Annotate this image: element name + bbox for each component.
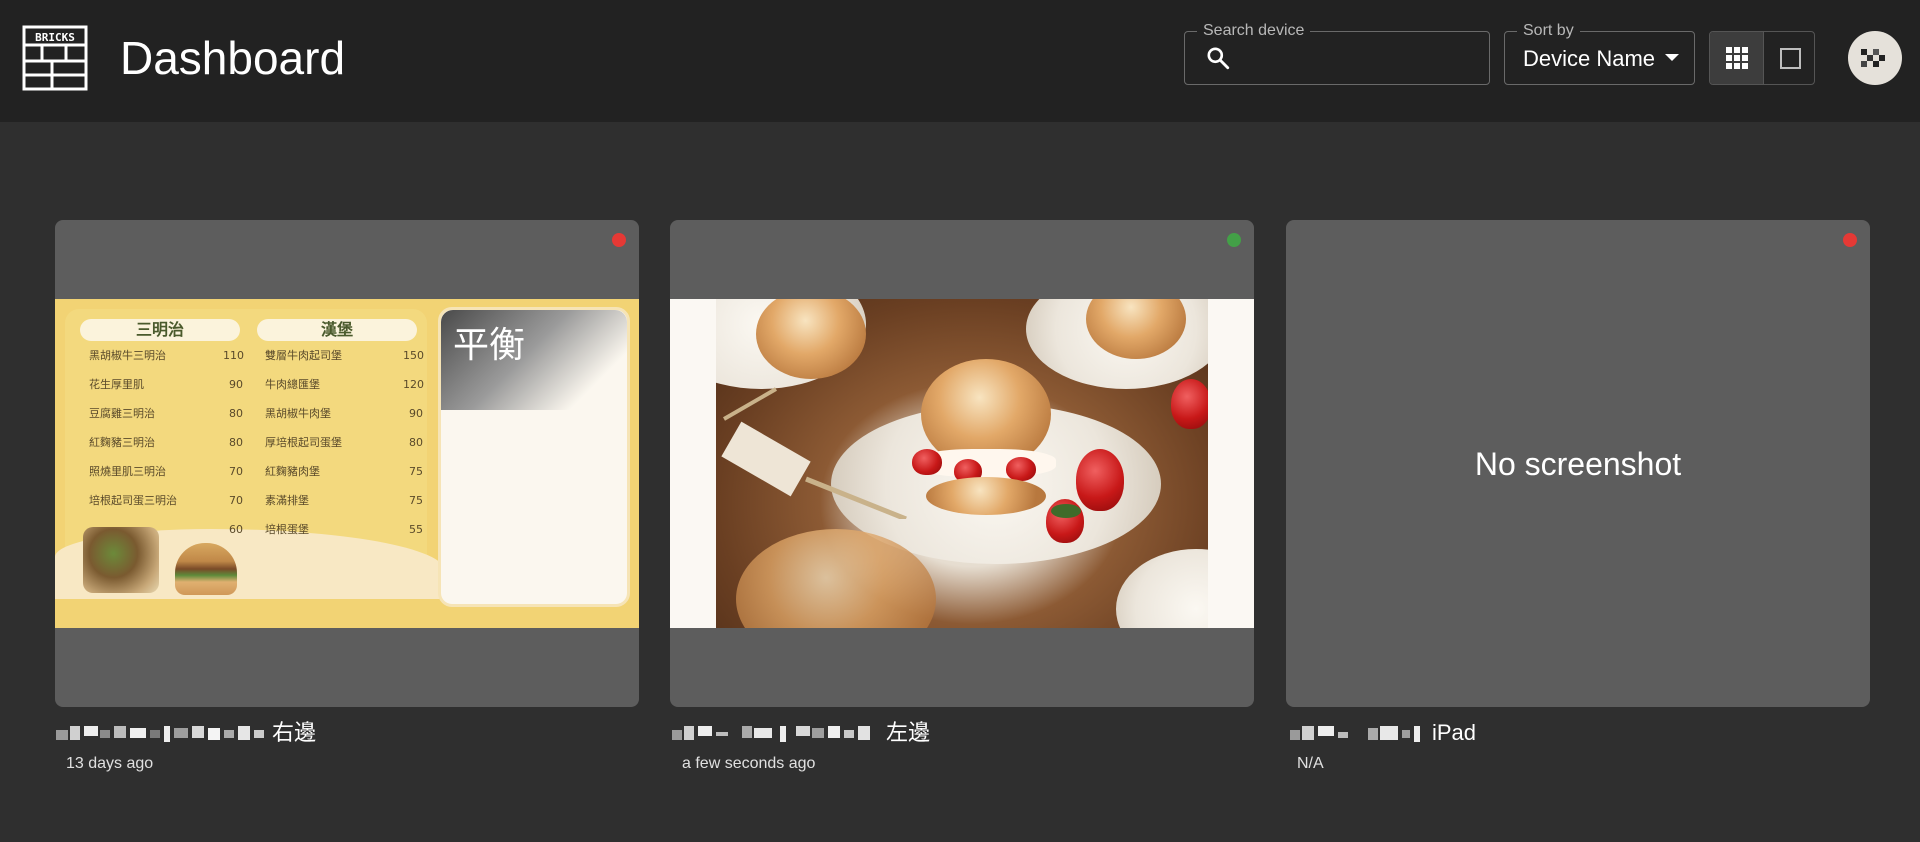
device-name: 右邊	[56, 720, 316, 746]
redacted-name	[56, 726, 264, 742]
menu-heading-burger: 漢堡	[257, 319, 417, 341]
status-dot-offline	[1843, 233, 1857, 247]
menu-item-name: 豆腐雞三明治	[89, 407, 155, 420]
menu-item-name: 雙層牛肉起司堡	[265, 349, 342, 362]
dessert-photo	[716, 299, 1208, 628]
menu-item-name: 黑胡椒牛三明治	[89, 349, 166, 362]
menu-item-name: 培根起司蛋三明治	[89, 494, 177, 507]
search-field[interactable]: Search device	[1184, 22, 1490, 85]
device-card[interactable]: 三明治 漢堡 黑胡椒牛三明治 110 花生厚里肌 90 豆腐雞三明治 80 紅麴豬三明…	[55, 220, 639, 707]
page-title: Dashboard	[120, 32, 346, 84]
grid-view-icon	[1726, 47, 1748, 69]
menu-banner-text: 平衡	[453, 325, 526, 366]
user-avatar[interactable]	[1848, 31, 1902, 85]
last-seen-time: a few seconds ago	[682, 755, 816, 772]
app-bar: BRICKS Dashboard Search device Sort by D…	[0, 0, 1920, 122]
no-screenshot-message: No screenshot	[1474, 446, 1682, 482]
device-card[interactable]: No screenshot	[1286, 220, 1870, 707]
menu-item-name: 培根蛋堡	[265, 523, 309, 536]
redacted-name	[672, 726, 870, 742]
grid-view-button[interactable]	[1710, 32, 1763, 84]
menu-item-name: 照燒里肌三明治	[89, 465, 166, 478]
redacted-name	[1290, 726, 1420, 742]
status-dot-offline	[612, 233, 626, 247]
menu-item-name: 黑胡椒牛肉堡	[265, 407, 331, 420]
device-name: 左邊	[672, 720, 930, 746]
menu-item-name: 花生厚里肌	[89, 378, 144, 391]
single-view-icon	[1780, 48, 1801, 69]
sandwich-photo	[83, 527, 159, 593]
search-label: Search device	[1197, 22, 1311, 40]
sort-label: Sort by	[1517, 22, 1580, 40]
chevron-down-icon	[1665, 54, 1679, 61]
device-name: iPad	[1290, 720, 1476, 746]
menu-item-name: 牛肉總匯堡	[265, 378, 320, 391]
single-view-button[interactable]	[1763, 32, 1814, 84]
status-dot-online	[1227, 233, 1241, 247]
sort-selected-value: Device Name	[1523, 46, 1656, 71]
search-input[interactable]	[1243, 42, 1479, 74]
device-name-suffix: 右邊	[272, 720, 317, 745]
last-seen-time: N/A	[1297, 755, 1324, 772]
burger-photo	[175, 543, 237, 595]
menu-item-name: 素滿排堡	[265, 494, 309, 507]
menu-item-name: 厚培根起司蛋堡	[265, 436, 342, 449]
sort-select[interactable]: Sort by Device Name	[1504, 22, 1695, 85]
menu-item-name: 紅麴豬三明治	[89, 436, 155, 449]
logo-text: BRICKS	[35, 31, 75, 44]
menu-item-name: 紅麴豬肉堡	[265, 465, 320, 478]
avatar-pattern-icon	[1861, 49, 1885, 67]
device-screenshot	[670, 299, 1254, 628]
device-name-suffix: 左邊	[886, 720, 931, 745]
view-toggle	[1709, 31, 1815, 85]
last-seen-time: 13 days ago	[66, 755, 154, 772]
bricks-logo[interactable]: BRICKS	[22, 25, 88, 91]
search-icon	[1207, 47, 1230, 70]
device-card[interactable]	[670, 220, 1254, 707]
menu-heading-sandwich: 三明治	[80, 319, 240, 341]
menu-right-panel: 平衡	[438, 307, 630, 607]
device-name-suffix: iPad	[1432, 720, 1477, 745]
device-screenshot: 三明治 漢堡 黑胡椒牛三明治 110 花生厚里肌 90 豆腐雞三明治 80 紅麴豬三明…	[55, 299, 639, 628]
